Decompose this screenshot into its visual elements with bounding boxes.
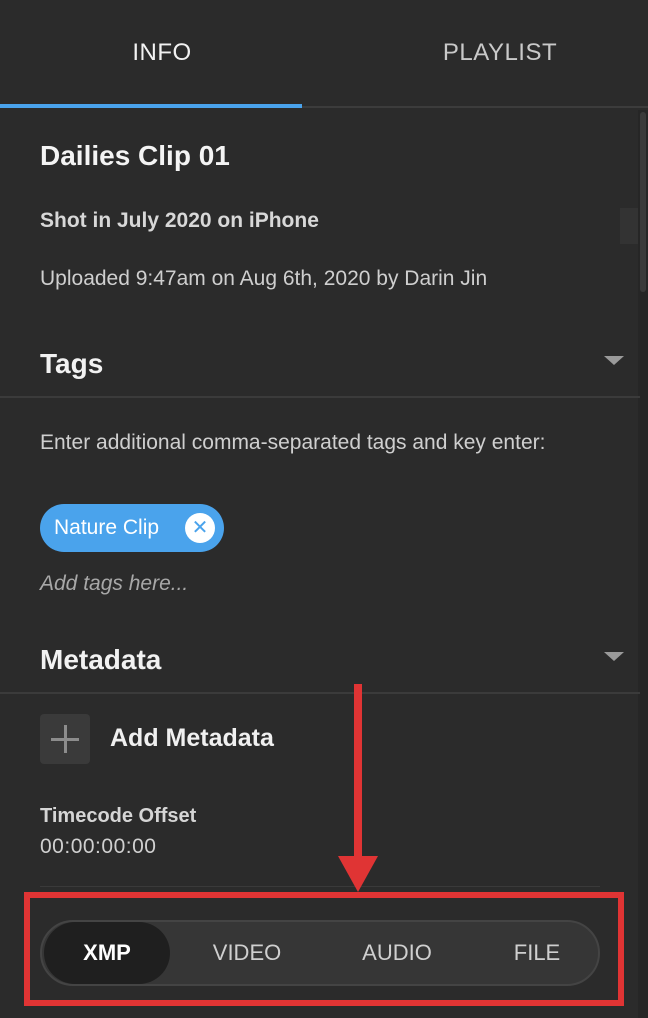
timecode-offset-value[interactable]: 00:00:00:00 [40,835,156,859]
upload-info: Uploaded 9:47am on Aug 6th, 2020 by Dari… [40,267,488,290]
annotation-arrow [354,684,362,862]
scrollbar-thumb[interactable] [640,112,646,292]
tab-playlist[interactable]: PLAYLIST [324,0,636,106]
annotation-highlight-box [24,892,624,1006]
chevron-down-icon[interactable] [604,652,624,661]
chevron-down-icon[interactable] [604,356,624,365]
add-metadata-button[interactable] [40,714,90,764]
asset-description: Shot in July 2020 on iPhone [40,209,319,232]
tab-info[interactable]: INFO [0,0,324,106]
arrow-down-icon [338,856,378,892]
info-panel: INFO PLAYLIST Dailies Clip 01 Shot in Ju… [0,0,648,1018]
asset-title: Dailies Clip 01 [40,140,230,171]
plus-icon-stroke [63,725,67,753]
timecode-divider [40,886,600,887]
tag-chip[interactable]: Nature Clip ✕ [40,504,224,552]
tab-bar: INFO PLAYLIST [0,0,648,108]
tag-input[interactable]: Add tags here... [40,572,188,596]
metadata-divider [0,692,640,694]
tags-divider [0,396,640,398]
scroll-handle[interactable] [620,208,638,244]
add-metadata-label[interactable]: Add Metadata [110,724,274,753]
tags-heading[interactable]: Tags [40,348,103,380]
active-tab-indicator [0,104,302,108]
timecode-offset-label: Timecode Offset [40,805,197,827]
close-circle-icon[interactable]: ✕ [185,513,215,543]
tags-help-text: Enter additional comma-separated tags an… [40,431,546,454]
tag-chip-label: Nature Clip [54,516,160,539]
metadata-heading[interactable]: Metadata [40,644,161,676]
